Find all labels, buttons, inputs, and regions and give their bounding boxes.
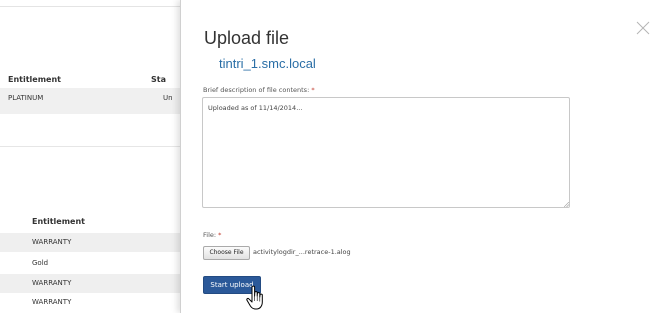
divider <box>0 146 180 147</box>
table-row[interactable]: WARRANTY <box>0 293 180 312</box>
table-row[interactable]: Gold <box>0 254 180 273</box>
table-row[interactable]: WARRANTY <box>0 233 180 252</box>
close-icon[interactable] <box>636 21 650 35</box>
upload-file-dialog: Upload file tintri_1.smc.local Brief des… <box>180 0 654 313</box>
column-header-entitlement: Entitlement <box>32 217 85 226</box>
selected-file-name: activitylogdir_...retrace-1.alog <box>253 248 351 256</box>
table1-header: Entitlement Sta <box>0 72 180 88</box>
description-label: Brief description of file contents: * <box>203 86 315 94</box>
table-row[interactable]: WARRANTY <box>0 274 180 293</box>
divider <box>0 6 180 7</box>
choose-file-button[interactable]: Choose File <box>203 246 250 260</box>
required-marker: * <box>311 86 315 94</box>
column-header-entitlement: Entitlement <box>8 75 61 84</box>
dialog-title: Upload file <box>204 28 290 48</box>
description-textarea[interactable]: Uploaded as of 11/14/2014... <box>202 97 570 208</box>
background-page: Entitlement Sta PLATINUM Un Entitlement … <box>0 0 180 313</box>
table2-header: Entitlement <box>0 213 180 231</box>
cell-status: Un <box>163 94 173 102</box>
file-label-text: File: <box>203 231 217 239</box>
column-header-status: Sta <box>151 75 166 84</box>
dialog-subtitle: tintri_1.smc.local <box>219 56 316 71</box>
cell-entitlement: PLATINUM <box>8 94 44 102</box>
cell-entitlement: WARRANTY <box>32 238 72 246</box>
cell-entitlement: WARRANTY <box>32 298 72 306</box>
description-label-text: Brief description of file contents: <box>203 86 310 94</box>
hand-cursor-icon <box>246 285 263 310</box>
file-label: File: * <box>203 231 221 239</box>
cell-entitlement: WARRANTY <box>32 279 72 287</box>
table-row[interactable]: PLATINUM Un <box>0 88 180 114</box>
cell-entitlement: Gold <box>32 259 49 267</box>
required-marker: * <box>218 231 222 239</box>
resize-grip-icon[interactable] <box>564 202 569 207</box>
